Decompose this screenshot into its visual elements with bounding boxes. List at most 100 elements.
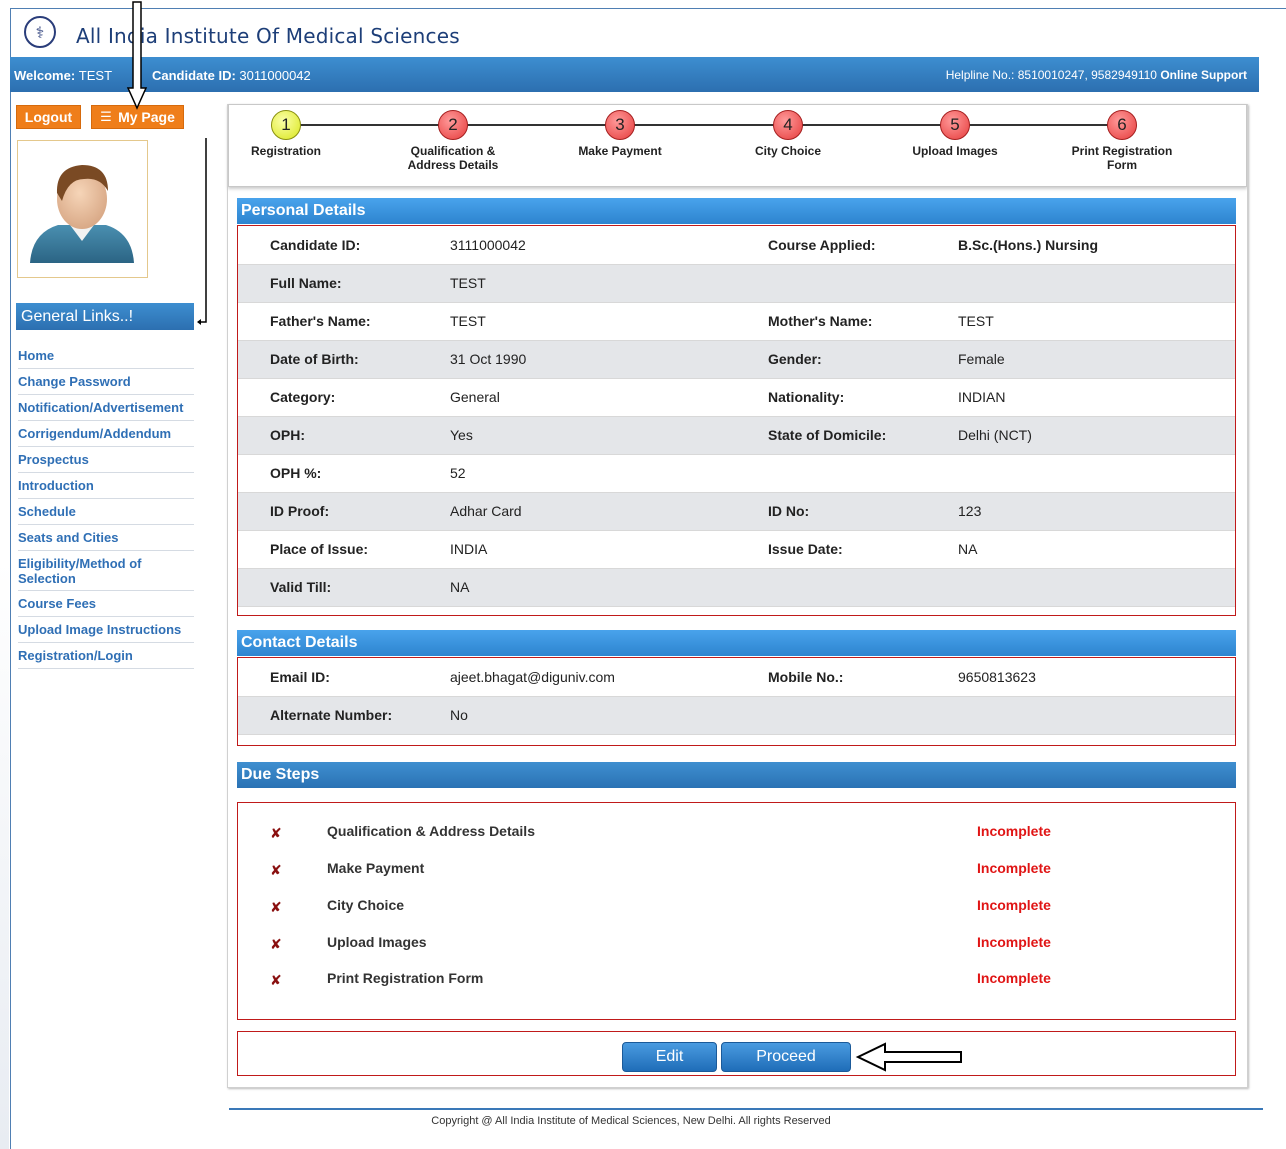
field-value: ajeet.bhagat@diguniv.com xyxy=(450,658,768,697)
table-row: OPH %: 52 xyxy=(238,454,1235,493)
step-make-payment[interactable]: 3 Make Payment xyxy=(540,110,700,158)
table-row: Full Name: TEST xyxy=(238,264,1235,303)
field-label: State of Domicile: xyxy=(768,416,958,455)
due-step-name: Upload Images xyxy=(327,934,427,950)
link-notification[interactable]: Notification/Advertisement xyxy=(18,395,194,421)
field-value: NA xyxy=(958,530,1235,569)
helpline-text: Helpline No.: 8510010247, 9582949110 Onl… xyxy=(946,68,1247,82)
step-label: Print Registration Form xyxy=(1071,144,1173,172)
empty-cell xyxy=(768,454,958,493)
cross-icon: ✘ xyxy=(270,936,282,952)
table-row: Candidate ID: 3111000042 Course Applied:… xyxy=(238,226,1235,265)
link-home[interactable]: Home xyxy=(18,343,194,369)
general-links-header: General Links..! xyxy=(16,303,194,330)
welcome-label: Welcome: xyxy=(14,68,76,83)
proceed-button[interactable]: Proceed xyxy=(721,1042,851,1072)
link-schedule[interactable]: Schedule xyxy=(18,499,194,525)
field-value: B.Sc.(Hons.) Nursing xyxy=(958,226,1235,265)
table-row: Alternate Number: No xyxy=(238,696,1235,735)
field-value: 9650813623 xyxy=(958,658,1235,697)
site-header: ⚕ All India Institute Of Medical Science… xyxy=(10,10,1286,56)
due-step-name: Qualification & Address Details xyxy=(327,823,535,839)
step-number: 3 xyxy=(605,110,635,140)
step-registration[interactable]: 1 Registration xyxy=(206,110,366,158)
field-label: Email ID: xyxy=(238,658,450,697)
table-row: Valid Till: NA xyxy=(238,568,1235,607)
field-label: Course Applied: xyxy=(768,226,958,265)
link-registration-login[interactable]: Registration/Login xyxy=(18,643,194,669)
footer-divider xyxy=(229,1108,1263,1110)
field-value: Yes xyxy=(450,416,768,455)
welcome-text: Welcome: TEST xyxy=(14,68,112,83)
user-avatar-icon xyxy=(30,165,134,263)
helpline-numbers: Helpline No.: 8510010247, 9582949110 xyxy=(945,68,1157,82)
edit-button[interactable]: Edit xyxy=(622,1042,717,1072)
list-icon: ☰ xyxy=(100,109,112,124)
link-eligibility[interactable]: Eligibility/Method of Selection xyxy=(18,551,194,591)
due-step-name: Print Registration Form xyxy=(327,970,484,986)
empty-cell xyxy=(958,454,1235,493)
table-row: Email ID: ajeet.bhagat@diguniv.com Mobil… xyxy=(238,658,1235,697)
field-label: OPH: xyxy=(238,416,450,455)
link-seats-cities[interactable]: Seats and Cities xyxy=(18,525,194,551)
copyright-text: Copyright @ All India Institute of Medic… xyxy=(431,1115,831,1127)
field-label: Gender: xyxy=(768,340,958,379)
step-city-choice[interactable]: 4 City Choice xyxy=(708,110,868,158)
field-label: Issue Date: xyxy=(768,530,958,569)
avatar xyxy=(17,140,148,278)
field-value: INDIA xyxy=(450,530,768,569)
status-badge: Incomplete xyxy=(977,823,1051,839)
candidate-id-value: 3011000042 xyxy=(239,68,311,83)
cross-icon: ✘ xyxy=(270,899,282,915)
field-label: Mother's Name: xyxy=(768,302,958,341)
online-support-link[interactable]: Online Support xyxy=(1160,68,1247,82)
link-corrigendum[interactable]: Corrigendum/Addendum xyxy=(18,421,194,447)
step-label: Make Payment xyxy=(578,144,662,158)
field-value: Delhi (NCT) xyxy=(958,416,1235,455)
link-course-fees[interactable]: Course Fees xyxy=(18,591,194,617)
step-qualification[interactable]: 2 Qualification & Address Details xyxy=(373,110,533,172)
field-label: OPH %: xyxy=(238,454,450,493)
personal-details-panel: Candidate ID: 3111000042 Course Applied:… xyxy=(237,225,1236,616)
field-value: TEST xyxy=(450,264,768,303)
candidate-id-text: Candidate ID: 3011000042 xyxy=(152,68,311,83)
step-print-form[interactable]: 6 Print Registration Form xyxy=(1042,110,1202,172)
status-badge: Incomplete xyxy=(977,934,1051,950)
step-label: Registration xyxy=(250,144,321,158)
cross-icon: ✘ xyxy=(270,862,282,878)
link-upload-instructions[interactable]: Upload Image Instructions xyxy=(18,617,194,643)
step-upload-images[interactable]: 5 Upload Images xyxy=(875,110,1035,158)
field-label: ID No: xyxy=(768,492,958,531)
field-label: Nationality: xyxy=(768,378,958,417)
empty-cell xyxy=(768,264,958,303)
field-value: 52 xyxy=(450,454,768,493)
step-label: Upload Images xyxy=(912,144,998,158)
table-row: Date of Birth: 31 Oct 1990 Gender: Femal… xyxy=(238,340,1235,379)
down-arrow-annotation-icon xyxy=(126,1,148,110)
logout-button[interactable]: Logout xyxy=(16,105,81,129)
step-number: 1 xyxy=(271,110,301,140)
personal-details-table: Candidate ID: 3111000042 Course Applied:… xyxy=(238,226,1235,607)
contact-details-header: Contact Details xyxy=(237,630,1236,656)
field-label: Candidate ID: xyxy=(238,226,450,265)
link-change-password[interactable]: Change Password xyxy=(18,369,194,395)
welcome-name: TEST xyxy=(78,68,113,83)
field-label: Full Name: xyxy=(238,264,450,303)
field-value: 3111000042 xyxy=(450,226,768,265)
step-number: 6 xyxy=(1107,110,1137,140)
field-label: Place of Issue: xyxy=(238,530,450,569)
field-value: 123 xyxy=(958,492,1235,531)
personal-details-header: Personal Details xyxy=(237,198,1236,224)
status-badge: Incomplete xyxy=(977,970,1051,986)
step-label: City Choice xyxy=(754,144,821,158)
table-row: ID Proof: Adhar Card ID No: 123 xyxy=(238,492,1235,531)
field-label: Valid Till: xyxy=(238,568,450,607)
status-badge: Incomplete xyxy=(977,897,1051,913)
field-label: Category: xyxy=(238,378,450,417)
step-number: 2 xyxy=(438,110,468,140)
link-introduction[interactable]: Introduction xyxy=(18,473,194,499)
field-label: Alternate Number: xyxy=(238,696,450,735)
table-row: OPH: Yes State of Domicile: Delhi (NCT) xyxy=(238,416,1235,455)
link-prospectus[interactable]: Prospectus xyxy=(18,447,194,473)
table-row: Category: General Nationality: INDIAN xyxy=(238,378,1235,417)
